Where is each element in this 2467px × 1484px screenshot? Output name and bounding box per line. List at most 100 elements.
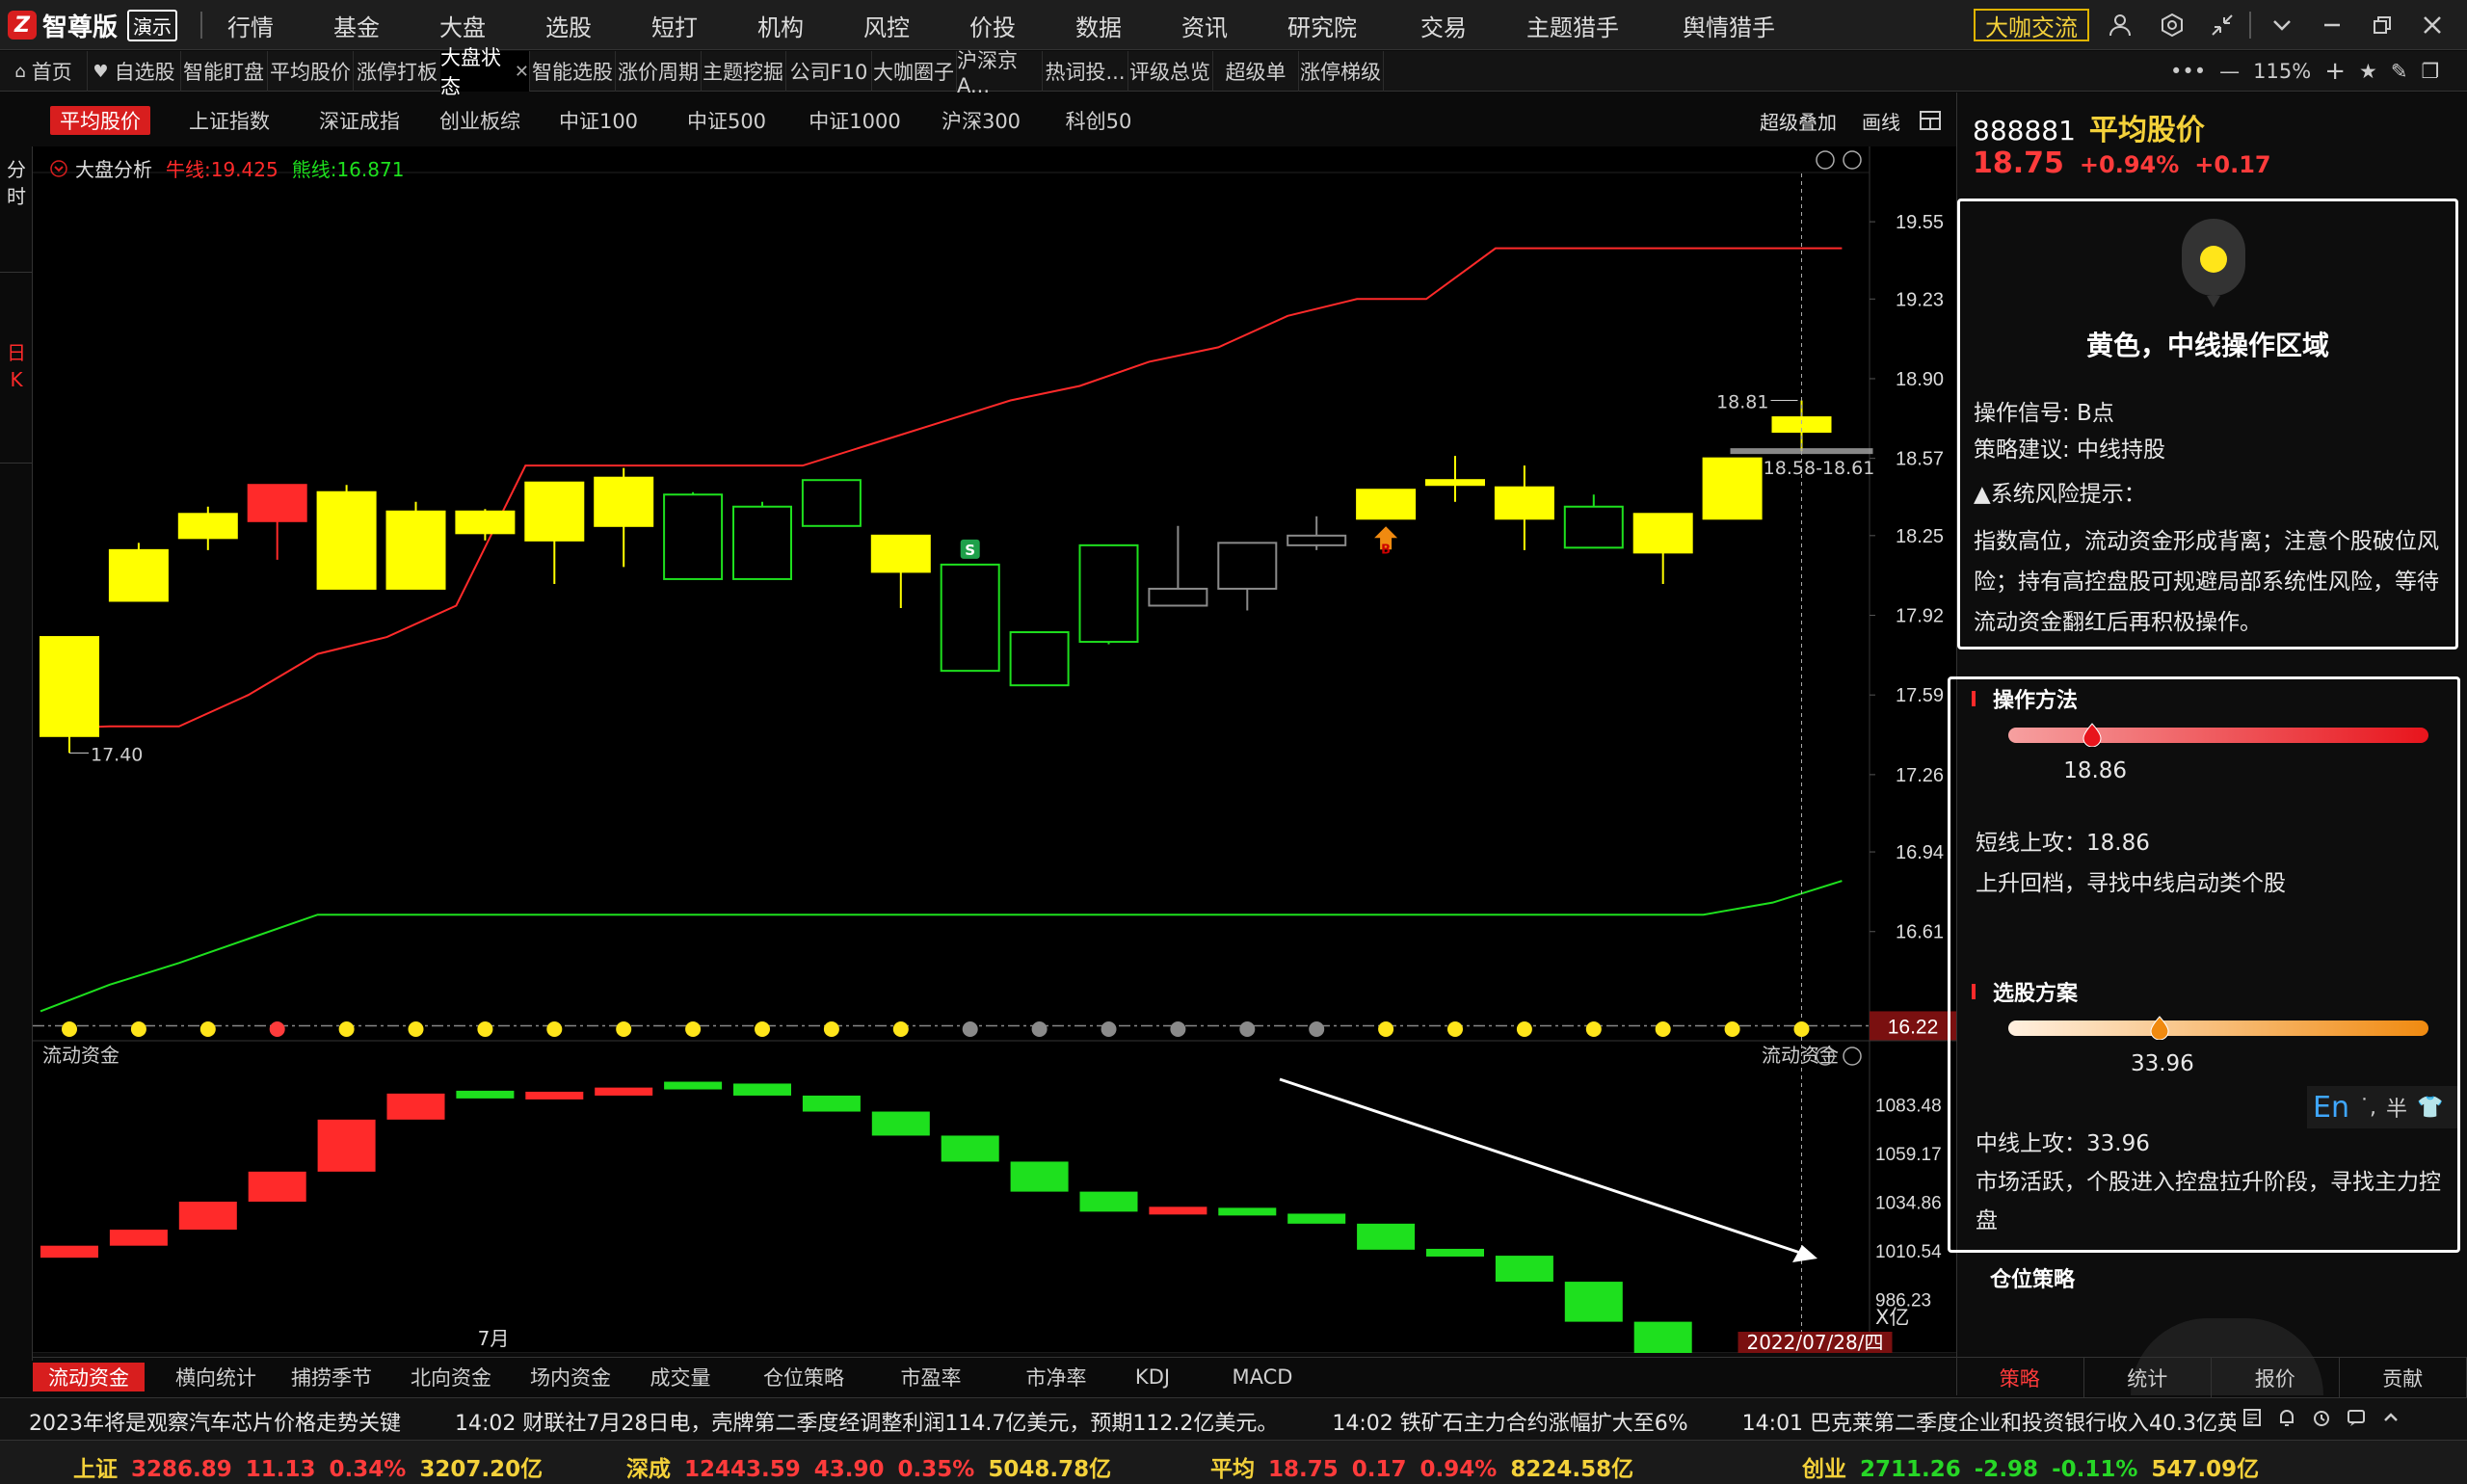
index-subtab[interactable]: 中证100 [551,106,646,135]
menu-item[interactable]: 资讯 [1181,9,1228,42]
main-chart-area[interactable]: 19.55 19.23 18.90 18.57 18.25 17.92 17.59 17.26… [33,146,1956,1443]
menu-item[interactable]: 风控 [863,9,910,42]
menu-item[interactable]: 数据 [1075,9,1122,42]
index-subtab[interactable]: 沪深300 [931,106,1031,135]
right-panel-tab[interactable]: 贡献 [2340,1358,2467,1397]
menu-item[interactable]: 大盘 [439,9,486,42]
news-item[interactable]: 14:02 财联社7月28日电，壳牌第二季度经调整利润114.7亿美元，预期11… [455,1406,1278,1437]
star-icon[interactable]: ★ [2359,60,2377,83]
bell-icon[interactable] [2276,1407,2297,1434]
index-subtab[interactable]: 科创50 [1050,106,1147,135]
indicator-tab[interactable]: 场内资金 [515,1363,626,1391]
menu-item[interactable]: 行情 [227,9,274,42]
chevron-down-icon[interactable] [2267,10,2297,40]
indicator-tab[interactable]: 捕捞季节 [276,1363,387,1391]
page-tab[interactable]: 沪深京A... [957,49,1043,97]
page-tab[interactable]: 热词投... [1043,51,1128,92]
restore-icon[interactable] [2367,10,2398,40]
mid-attack-slider[interactable] [2008,1020,2428,1036]
pen-icon[interactable]: ✎ [2391,60,2408,83]
expand-up-icon[interactable] [2380,1407,2401,1434]
minimize-icon[interactable] [2317,10,2348,40]
message-icon[interactable] [2346,1407,2367,1434]
page-tab[interactable]: 智能盯盘 [180,51,268,92]
index-subtab[interactable]: 上证指数 [179,106,279,135]
ime-punc[interactable]: ˙, [2359,1096,2376,1120]
layout-grid-icon[interactable] [1918,108,1943,133]
page-tab[interactable]: ⌂ 首页 [0,51,88,92]
page-tab[interactable]: 涨停打板 [354,51,441,92]
page-tab[interactable]: 主题挖掘 [701,51,786,92]
indicator-tab[interactable]: 成交量 [632,1363,729,1391]
indicator-tab[interactable]: 市净率 [1000,1363,1112,1391]
app-logo[interactable]: Z 智尊版 演示 [8,8,178,42]
more-icon[interactable]: ••• [2170,60,2206,83]
timeshare-tab[interactable]: 分时 [4,156,29,210]
zoom-in-icon[interactable]: + [2324,57,2346,86]
ime-lang[interactable]: En [2313,1091,2349,1125]
menu-item[interactable]: 选股 [545,9,592,42]
page-tab[interactable]: 智能选股 [530,51,616,92]
collapse-icon[interactable] [50,159,67,177]
ime-skin-icon[interactable]: 👕 [2417,1096,2443,1120]
right-panel-tab[interactable]: 策略 [1956,1358,2084,1397]
page-tab[interactable]: 涨价周期 [616,51,702,92]
menu-item[interactable]: 基金 [333,9,380,42]
zoom-out-icon[interactable]: — [2219,60,2240,83]
news-item[interactable]: 2023年将是观察汽车芯片价格走势关键 [29,1406,401,1437]
page-tab[interactable]: ♥ 自选股 [88,51,181,92]
index-subtab[interactable]: 中证500 [676,106,777,135]
page-tab[interactable]: 超级单 [1213,51,1299,92]
indicator-tab[interactable]: KDJ [1114,1363,1191,1391]
right-panel-tab[interactable]: 统计 [2084,1358,2212,1397]
close-icon[interactable] [2417,10,2448,40]
news-ticker[interactable]: 2023年将是观察汽车芯片价格走势关键 14:02 财联社7月28日电，壳牌第二季… [0,1397,2467,1440]
indicator-tab[interactable]: 流动资金 [33,1363,145,1391]
close-tab-icon[interactable]: ✕ [515,62,529,82]
right-panel-tab[interactable]: 报价 [2212,1358,2340,1397]
news-item[interactable]: 14:01 巴克莱第二季度企业和投资银行收入40.3亿英镑 [1742,1406,2236,1437]
kline-chart[interactable]: 19.55 19.23 18.90 18.57 18.25 17.92 17.59 17.26… [33,146,1956,1443]
draw-line-button[interactable]: 画线 [1862,106,1900,135]
index-status-item[interactable]: 深成 12443.59 43.90 0.35% 5048.78亿 [626,1450,1111,1483]
signal-dot [823,1021,839,1037]
index-status-item[interactable]: 上证 3286.89 11.13 0.34% 3207.20亿 [73,1450,543,1483]
page-tab[interactable]: 评级总览 [1127,51,1213,92]
user-icon[interactable] [2105,10,2135,40]
short-attack-slider[interactable] [2008,728,2428,743]
indicator-tab[interactable]: 横向统计 [160,1363,272,1391]
page-tab[interactable]: 平均股价 [268,51,354,92]
menu-item[interactable]: 交易 [1420,9,1467,42]
super-overlay-button[interactable]: 超级叠加 [1760,106,1837,135]
window-icon[interactable]: ❐ [2421,60,2439,83]
page-tab[interactable]: 涨停梯级 [1298,51,1384,92]
page-tab[interactable]: 大咖圈子 [871,51,957,92]
news-item[interactable]: 14:02 铁矿石主力合约涨幅扩大至6% [1332,1406,1687,1437]
indicator-tab[interactable]: MACD [1210,1363,1314,1391]
alarm-icon[interactable] [2311,1407,2332,1434]
indicator-tab[interactable]: 北向资金 [395,1363,507,1391]
settings-hex-icon[interactable] [2157,10,2188,40]
page-tab[interactable]: 公司F10 [786,51,872,92]
menu-item[interactable]: 机构 [757,9,804,42]
menu-item[interactable]: 价投 [969,9,1016,42]
shrink-icon[interactable] [2207,10,2238,40]
indicator-tab[interactable]: 市盈率 [875,1363,987,1391]
daily-k-tab[interactable]: 日K [4,339,29,393]
indicator-tab[interactable]: 仓位策略 [748,1363,860,1391]
news-list-icon[interactable] [2242,1407,2263,1434]
index-status-item[interactable]: 平均 18.75 0.17 0.94% 8224.58亿 [1210,1450,1633,1483]
daka-exchange-button[interactable]: 大咖交流 [1974,9,2089,41]
menu-item[interactable]: 短打 [651,9,698,42]
menu-item[interactable]: 舆情猎手 [1683,9,1775,42]
index-subtab[interactable]: 创业板综 [430,106,530,135]
menu-item[interactable]: 主题猎手 [1526,9,1619,42]
ime-half[interactable]: 半 [2386,1092,2407,1123]
menu-item[interactable]: 研究院 [1287,9,1357,42]
ime-toolbar[interactable]: En ˙, 半 👕 [2307,1086,2457,1128]
index-subtab[interactable]: 中证1000 [802,106,908,135]
index-subtab[interactable]: 深证成指 [306,106,412,135]
index-status-item[interactable]: 创业 2711.26 -2.98 -0.11% 547.09亿 [1802,1450,2259,1483]
page-tab[interactable]: 大盘状态 ✕ [440,46,530,98]
index-subtab[interactable]: 平均股价 [50,106,150,135]
